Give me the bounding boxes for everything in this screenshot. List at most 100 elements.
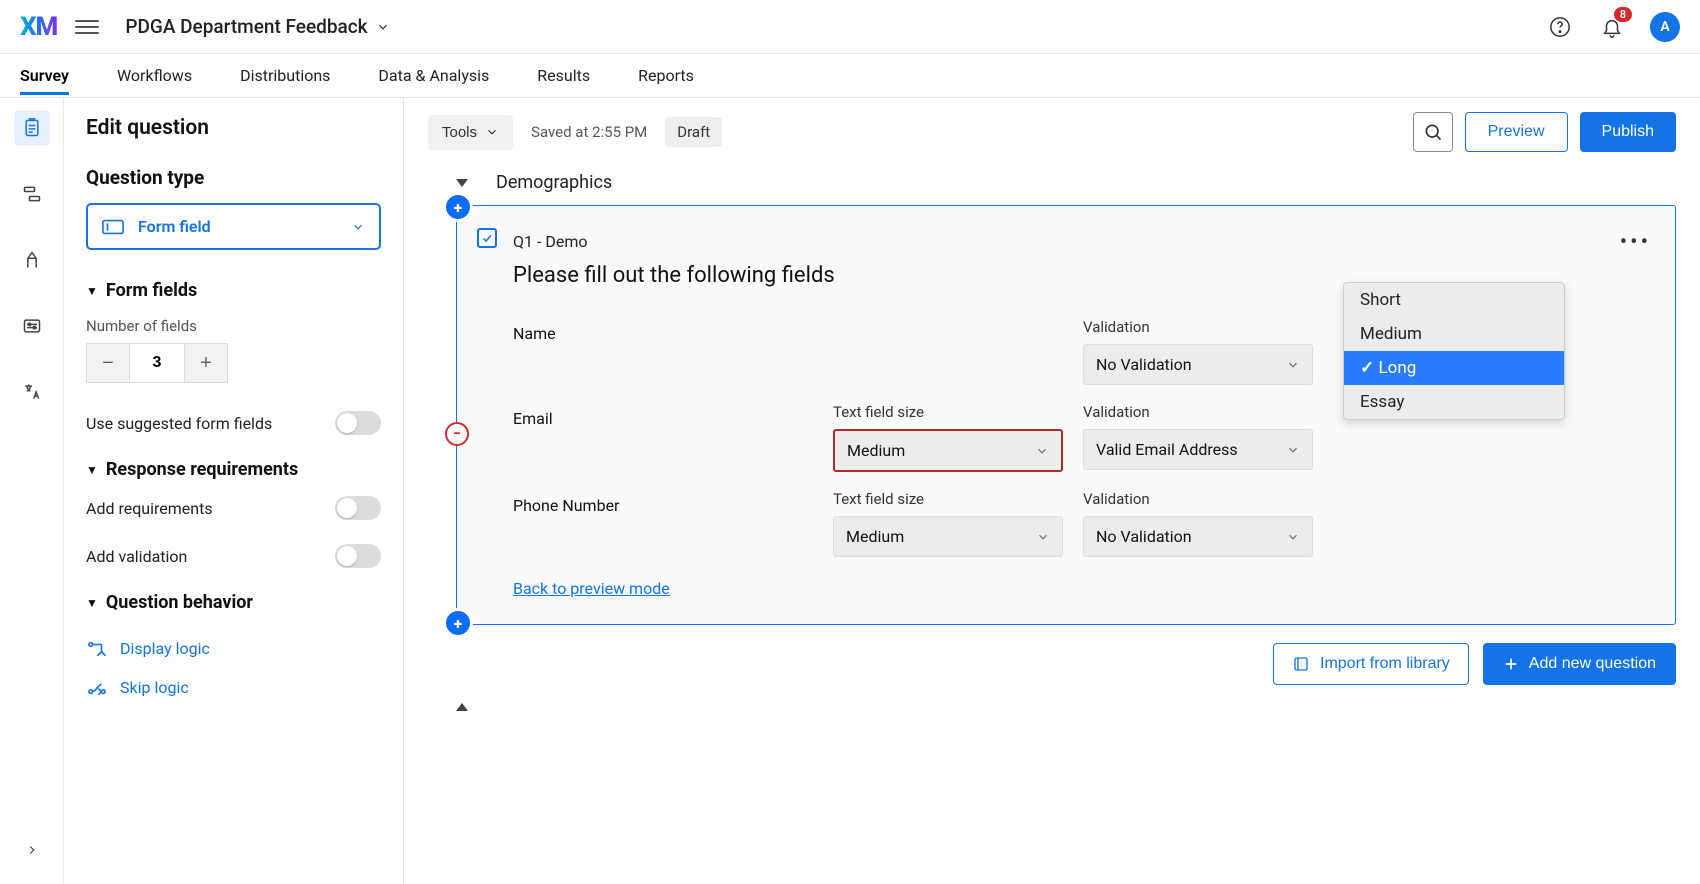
left-rail — [0, 98, 64, 884]
validation-col-label: Validation — [1083, 318, 1313, 336]
tab-data-analysis[interactable]: Data & Analysis — [378, 56, 489, 95]
skip-logic-link[interactable]: Skip logic — [86, 668, 381, 707]
rail-builder-icon[interactable] — [14, 110, 50, 146]
form-fields-heading[interactable]: ▼ Form fields — [86, 280, 381, 301]
size-select-highlighted[interactable]: Medium — [833, 429, 1063, 472]
main-tabs: Survey Workflows Distributions Data & An… — [0, 54, 1700, 98]
caret-down-icon: ▼ — [86, 284, 98, 298]
check-icon — [481, 232, 493, 244]
rail-flow-icon[interactable] — [14, 176, 50, 212]
number-of-fields-stepper: − + — [86, 343, 381, 383]
back-to-preview-link[interactable]: Back to preview mode — [513, 579, 670, 598]
block-collapse-caret[interactable] — [456, 179, 468, 187]
chevron-down-icon — [1286, 358, 1300, 372]
publish-button[interactable]: Publish — [1580, 112, 1676, 152]
chevron-down-icon — [1286, 530, 1300, 544]
size-select[interactable]: Medium — [833, 516, 1063, 557]
chevron-down-icon — [1036, 530, 1050, 544]
chevron-down-icon — [376, 20, 390, 34]
chevron-down-icon — [485, 125, 499, 139]
form-field-icon — [102, 219, 124, 235]
logo: XM — [20, 12, 57, 42]
chevron-down-icon — [1286, 443, 1300, 457]
display-logic-icon — [86, 640, 108, 658]
size-option-medium[interactable]: Medium — [1344, 317, 1564, 351]
increment-button[interactable]: + — [184, 343, 228, 383]
response-requirements-heading[interactable]: ▼ Response requirements — [86, 459, 381, 480]
add-requirements-toggle[interactable] — [335, 496, 381, 520]
saved-indicator: Saved at 2:55 PM — [531, 123, 647, 141]
tab-results[interactable]: Results — [537, 56, 590, 95]
size-col-label: Text field size — [833, 403, 1063, 421]
tab-workflows[interactable]: Workflows — [117, 56, 192, 95]
field-name[interactable]: Name — [513, 318, 813, 343]
add-new-question-button[interactable]: Add new question — [1483, 643, 1676, 685]
number-of-fields-label: Number of fields — [86, 317, 381, 335]
question-type-select[interactable]: Form field — [86, 203, 381, 250]
edit-panel-title: Edit question — [86, 116, 381, 140]
block-expand-caret[interactable] — [456, 703, 468, 711]
search-icon — [1423, 122, 1443, 142]
use-suggested-toggle[interactable] — [335, 411, 381, 435]
decrement-button[interactable]: − — [86, 343, 130, 383]
fields-count-input[interactable] — [130, 343, 184, 383]
question-card: + + − ••• Q1 - Demo Please fill out the … — [456, 205, 1676, 625]
add-validation-toggle[interactable] — [335, 544, 381, 568]
project-title-dropdown[interactable]: PDGA Department Feedback — [125, 15, 389, 38]
rail-options-icon[interactable] — [14, 308, 50, 344]
draft-badge: Draft — [665, 117, 722, 147]
rail-look-feel-icon[interactable] — [14, 242, 50, 278]
tab-reports[interactable]: Reports — [638, 56, 694, 95]
field-name[interactable]: Email — [513, 403, 813, 428]
edit-panel: Edit question Question type Form field ▼… — [64, 98, 404, 884]
caret-down-icon: ▼ — [86, 463, 98, 477]
validation-col-label: Validation — [1083, 403, 1313, 421]
field-name[interactable]: Phone Number — [513, 490, 813, 515]
project-title-text: PDGA Department Feedback — [125, 15, 367, 38]
chevron-down-icon — [1035, 444, 1049, 458]
skip-logic-icon — [86, 679, 108, 697]
size-col-label: Text field size — [833, 490, 1063, 508]
top-bar: XM PDGA Department Feedback 8 A — [0, 0, 1700, 54]
notification-badge: 8 — [1614, 7, 1632, 22]
search-button[interactable] — [1413, 112, 1453, 152]
help-icon[interactable] — [1546, 13, 1574, 41]
tab-survey[interactable]: Survey — [20, 56, 69, 95]
add-requirements-label: Add requirements — [86, 499, 213, 518]
menu-icon[interactable] — [75, 15, 99, 39]
question-behavior-heading[interactable]: ▼ Question behavior — [86, 592, 381, 613]
tools-button[interactable]: Tools — [428, 115, 513, 150]
validation-select[interactable]: Valid Email Address — [1083, 429, 1313, 470]
question-type-value: Form field — [138, 217, 211, 236]
question-select-checkbox[interactable] — [477, 228, 497, 248]
question-id-label: Q1 - Demo — [513, 232, 1641, 251]
question-type-heading: Question type — [86, 166, 381, 189]
chevron-down-icon — [351, 220, 365, 234]
size-option-essay[interactable]: Essay — [1344, 385, 1564, 419]
rail-expand-icon[interactable] — [14, 832, 50, 868]
validation-select[interactable]: No Validation — [1083, 344, 1313, 385]
use-suggested-label: Use suggested form fields — [86, 414, 272, 433]
canvas-toolbar: Tools Saved at 2:55 PM Draft Preview Pub… — [404, 98, 1700, 166]
add-validation-label: Add validation — [86, 547, 187, 566]
display-logic-link[interactable]: Display logic — [86, 629, 381, 668]
question-more-button[interactable]: ••• — [1620, 230, 1651, 255]
rail-translate-icon[interactable] — [14, 374, 50, 410]
plus-icon — [1503, 656, 1519, 672]
size-dropdown-menu: Short Medium Long Essay — [1343, 282, 1565, 420]
preview-button[interactable]: Preview — [1465, 112, 1568, 152]
validation-col-label: Validation — [1083, 490, 1313, 508]
avatar[interactable]: A — [1650, 12, 1680, 42]
library-icon — [1292, 655, 1310, 673]
notifications-icon[interactable]: 8 — [1598, 13, 1626, 41]
block-title[interactable]: Demographics — [496, 172, 612, 193]
size-option-long[interactable]: Long — [1344, 351, 1564, 385]
add-question-below-button[interactable]: + — [443, 608, 473, 638]
validation-select[interactable]: No Validation — [1083, 516, 1313, 557]
add-question-above-button[interactable]: + — [443, 192, 473, 222]
remove-field-button[interactable]: − — [445, 422, 469, 446]
size-option-short[interactable]: Short — [1344, 283, 1564, 317]
tab-distributions[interactable]: Distributions — [240, 56, 330, 95]
import-from-library-button[interactable]: Import from library — [1273, 643, 1469, 685]
caret-down-icon: ▼ — [86, 596, 98, 610]
